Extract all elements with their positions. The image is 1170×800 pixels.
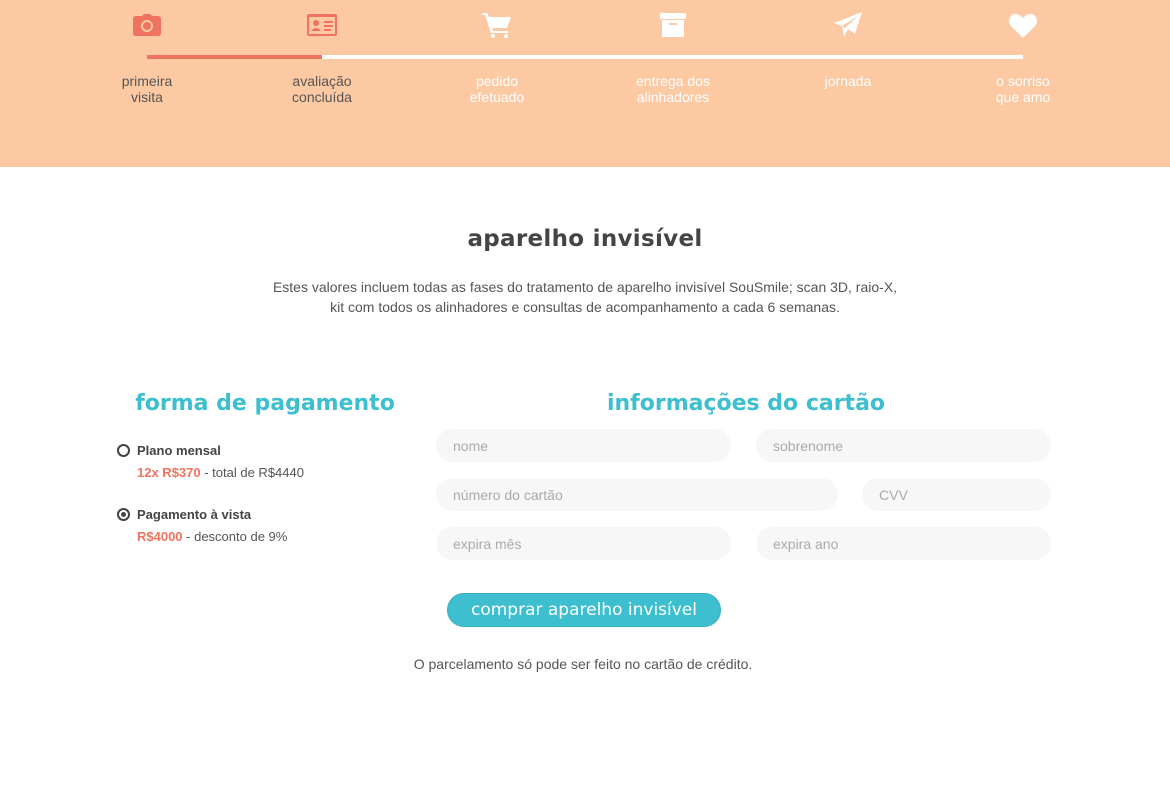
step-label: pedido efetuado [469, 73, 525, 105]
step-label: primeira visita [121, 73, 173, 105]
paper-plane-icon [783, 8, 913, 42]
radio-dot [121, 512, 126, 517]
option-price-highlight: 12x R$370 [137, 465, 201, 480]
expiry-month-field[interactable] [436, 527, 731, 560]
payment-option-upfront[interactable]: Pagamento à vista R$4000 - desconto de 9… [117, 507, 417, 544]
cvv-field[interactable] [862, 478, 1051, 511]
option-price-highlight: R$4000 [137, 529, 183, 544]
description-line: Estes valores incluem todas as fases do … [272, 279, 898, 295]
radio-button[interactable] [117, 444, 130, 457]
installment-note: O parcelamento só pode ser feito no cart… [413, 656, 753, 672]
payment-option-monthly[interactable]: Plano mensal 12x R$370 - total de R$4440 [117, 443, 417, 480]
option-price: R$4000 - desconto de 9% [137, 529, 417, 544]
step-label: entrega dos alinhadores [636, 73, 710, 105]
archive-box-icon [608, 8, 738, 42]
step-avaliacao-concluida: avaliação concluída [257, 8, 387, 105]
expiry-year-field[interactable] [756, 527, 1051, 560]
heart-icon [958, 8, 1088, 42]
payment-method-heading: forma de pagamento [135, 391, 395, 416]
camera-icon [82, 8, 212, 42]
progress-banner: primeira visita avaliação concluída pedi [0, 0, 1170, 167]
step-label: avaliação concluída [292, 73, 352, 105]
step-jornada: jornada [783, 8, 913, 89]
radio-button-selected[interactable] [117, 508, 130, 521]
description-line: kit com todos os alinhadores e consultas… [330, 299, 840, 315]
step-primeira-visita: primeira visita [82, 8, 212, 105]
id-card-icon [257, 8, 387, 42]
last-name-field[interactable] [756, 429, 1051, 462]
cart-icon [432, 8, 562, 42]
step-pedido-efetuado: pedido efetuado [432, 8, 562, 105]
option-name: Plano mensal [137, 443, 221, 458]
step-o-sorriso-que-amo: o sorriso que amo [958, 8, 1088, 105]
step-entrega-dos-alinhadores: entrega dos alinhadores [608, 8, 738, 105]
step-label: jornada [824, 73, 872, 89]
option-name: Pagamento à vista [137, 507, 252, 522]
page-title: aparelho invisível [467, 226, 703, 252]
first-name-field[interactable] [436, 429, 731, 462]
buy-button[interactable]: comprar aparelho invisível [447, 593, 721, 627]
card-number-field[interactable] [436, 478, 838, 511]
option-price-detail: - desconto de 9% [182, 529, 288, 544]
option-price: 12x R$370 - total de R$4440 [137, 465, 417, 480]
option-price-detail: - total de R$4440 [200, 465, 304, 480]
card-info-heading: informações do cartão [606, 391, 886, 416]
step-label: o sorriso que amo [995, 73, 1051, 105]
page-description: Estes valores incluem todas as fases do … [0, 277, 1170, 317]
